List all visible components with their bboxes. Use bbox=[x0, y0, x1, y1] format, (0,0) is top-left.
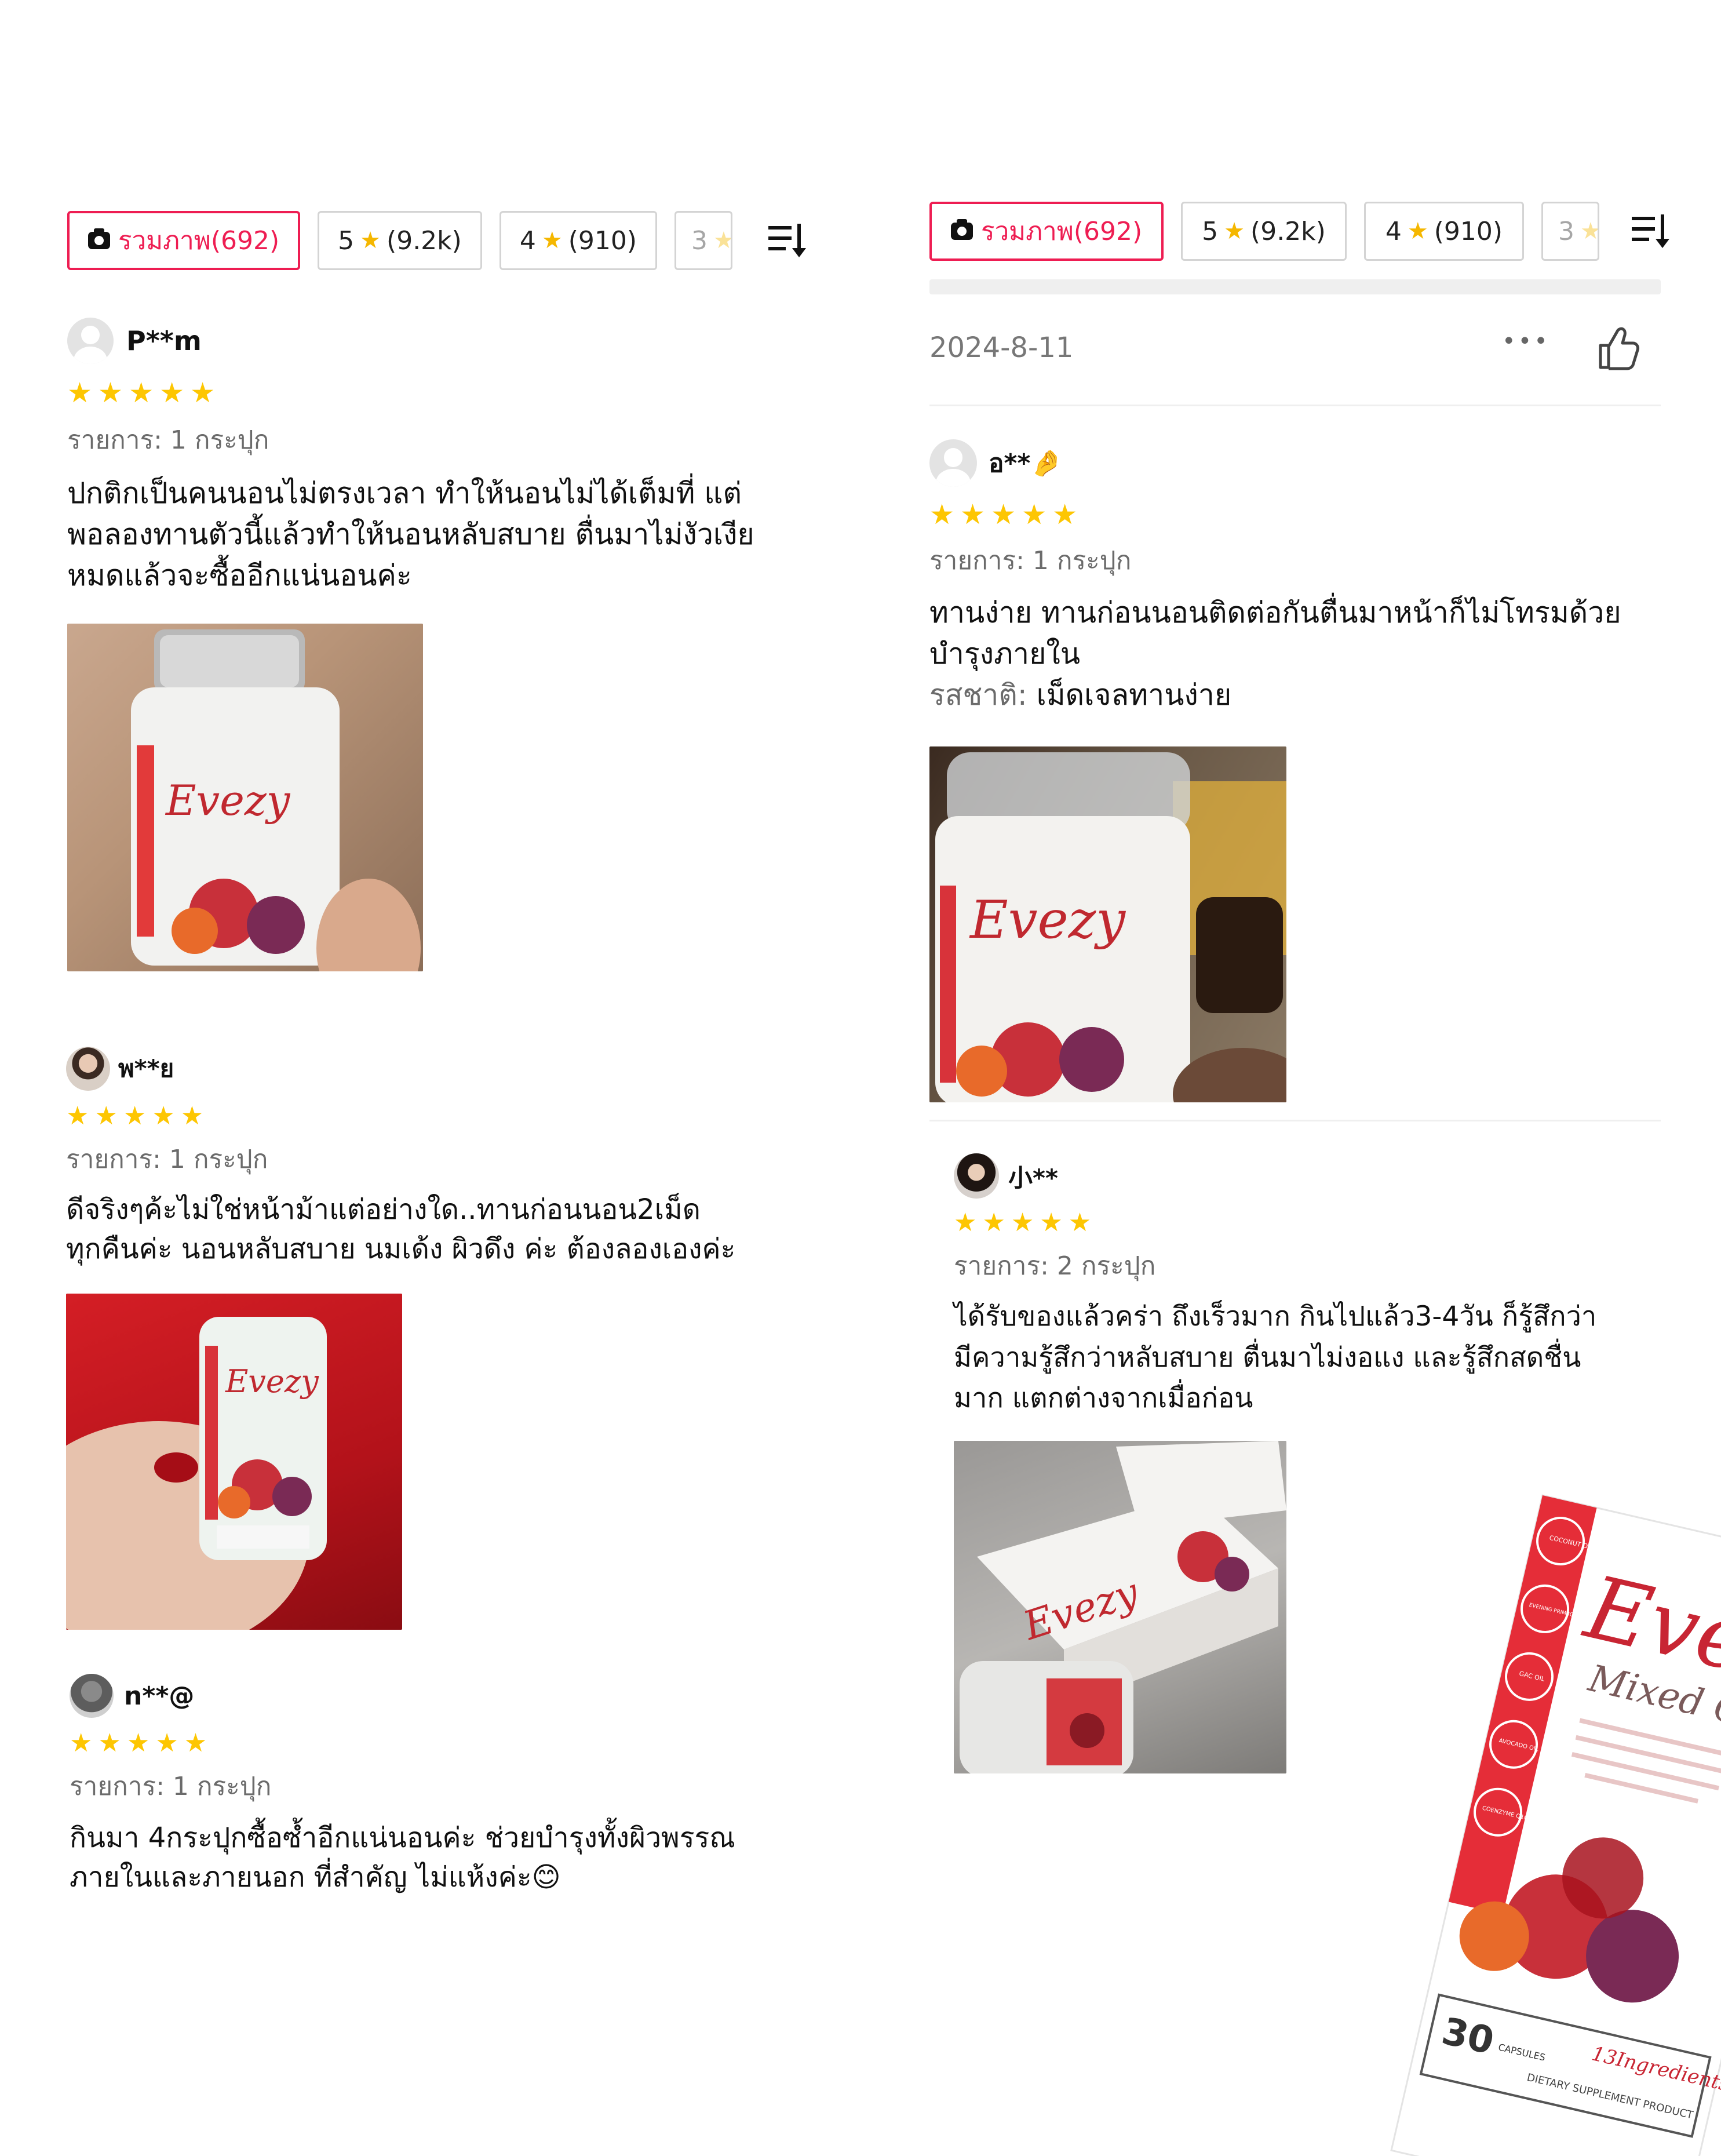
left-filter-bar: รวมภาพ(692) 5 ★ (9.2k) 4 ★ (910) 3 ★ bbox=[67, 211, 750, 270]
filter-with-photos-label: รวมภาพ(692) bbox=[118, 226, 280, 256]
divider bbox=[929, 405, 1661, 406]
review-text: ทานง่าย ทานก่อนนอนติดต่อกันตื่นมาหน้าก็ไ… bbox=[929, 592, 1683, 716]
flavor-value: เม็ดเจลทานง่าย bbox=[1036, 678, 1232, 712]
review-text-line: ทุกคืนค่ะ นอนหลับสบาย นมเด้ง ผิวดึง ค่ะ … bbox=[66, 1233, 736, 1266]
filter-count: (910) bbox=[568, 225, 637, 256]
variant-label: รายการ: 1 กระปุก bbox=[66, 1145, 268, 1174]
review-photo[interactable]: Evezy bbox=[66, 1294, 402, 1630]
review-item: 小** ★★★★★ รายการ: 2 กระปุก ได้รับของแล้ว… bbox=[954, 1153, 1684, 1419]
rating-stars: ★★★★★ bbox=[954, 1208, 1097, 1237]
review-text: กินมา 4กระปุกซื้อซ้ำอีกแน่นอนค่ะ ช่วยบำร… bbox=[70, 1818, 823, 1897]
filter-rating: 3 bbox=[691, 225, 708, 256]
camera-icon bbox=[87, 228, 110, 249]
flavor-row: รสชาติ: เม็ดเจลทานง่าย bbox=[929, 675, 1683, 716]
review-user: อ**🤌 bbox=[929, 439, 1683, 487]
more-options-icon[interactable]: ••• bbox=[1502, 328, 1550, 355]
variant-label: รายการ: 1 กระปุก bbox=[929, 546, 1132, 576]
review-user: 小** bbox=[954, 1153, 1684, 1199]
review-photo[interactable]: Evezy bbox=[954, 1441, 1286, 1773]
filter-3-stars[interactable]: 3 ★ bbox=[1541, 202, 1599, 261]
star-icon: ★ bbox=[541, 227, 563, 254]
review-text-line: พอลองทานตัวนี้แล้วทำให้นอนหลับสบาย ตื่นม… bbox=[67, 518, 754, 551]
product-brand-text: Evezy bbox=[225, 1363, 319, 1400]
avatar[interactable] bbox=[70, 1674, 114, 1718]
avatar[interactable] bbox=[929, 439, 977, 487]
star-icon: ★ bbox=[1407, 218, 1428, 245]
review-item: อ**🤌 ★★★★★ รายการ: 1 กระปุก ทานง่าย ทานก… bbox=[929, 439, 1683, 716]
review-text: ดีจริงๆค้ะไม่ใช่หน้าม้าแต่อย่างใด..ทานก่… bbox=[66, 1190, 819, 1269]
separator-bar bbox=[929, 279, 1661, 294]
divider bbox=[929, 1120, 1661, 1121]
filter-5-stars[interactable]: 5 ★ (9.2k) bbox=[318, 211, 482, 270]
filter-rating: 4 bbox=[1385, 216, 1402, 246]
rating-stars: ★★★★★ bbox=[70, 1728, 213, 1758]
rating-stars: ★★★★★ bbox=[929, 498, 1084, 531]
variant-label: รายการ: 1 กระปุก bbox=[67, 425, 269, 455]
username[interactable]: อ**🤌 bbox=[989, 443, 1062, 483]
filter-with-photos[interactable]: รวมภาพ(692) bbox=[929, 202, 1164, 261]
filter-rating: 4 bbox=[519, 225, 536, 256]
product-brand-text: Evezy bbox=[969, 890, 1126, 950]
filter-count: (910) bbox=[1434, 216, 1503, 246]
star-icon: ★ bbox=[1224, 218, 1245, 245]
thumbs-up-icon[interactable] bbox=[1592, 323, 1642, 373]
username[interactable]: P**m bbox=[126, 325, 202, 356]
sort-icon[interactable] bbox=[767, 220, 808, 261]
review-item: P**m ★★★★★ รายการ: 1 กระปุก ปกติกเป็นคนน… bbox=[67, 318, 821, 596]
star-icon: ★ bbox=[713, 227, 732, 254]
right-filter-bar: รวมภาพ(692) 5 ★ (9.2k) 4 ★ (910) 3 ★ bbox=[929, 202, 1617, 261]
avatar[interactable] bbox=[954, 1153, 999, 1199]
filter-4-stars[interactable]: 4 ★ (910) bbox=[499, 211, 657, 270]
review-date: 2024-8-11 bbox=[929, 332, 1074, 364]
review-text-line: ทานง่าย ทานก่อนนอนติดต่อกันตื่นมาหน้าก็ไ… bbox=[929, 596, 1621, 629]
avatar[interactable] bbox=[67, 318, 114, 364]
review-text: ปกติกเป็นคนนอนไม่ตรงเวลา ทำให้นอนไม่ได้เ… bbox=[67, 473, 821, 596]
review-text-line: กินมา 4กระปุกซื้อซ้ำอีกแน่นอนค่ะ ช่วยบำร… bbox=[70, 1822, 735, 1854]
filter-rating: 5 bbox=[1202, 216, 1219, 246]
review-text-line: มาก แตกต่างจากเมื่อก่อน bbox=[954, 1382, 1253, 1414]
review-user: P**m bbox=[67, 318, 821, 364]
review-text-line: ภายในและภายนอก ที่สำคัญ ไม่แห้งค่ะ😊 bbox=[70, 1861, 561, 1894]
variant-label: รายการ: 2 กระปุก bbox=[954, 1251, 1156, 1281]
product-brand-text: Evezy bbox=[165, 776, 291, 825]
star-icon: ★ bbox=[360, 227, 381, 254]
review-item: พ**ย ★★★★★ รายการ: 1 กระปุก ดีจริงๆค้ะไม… bbox=[66, 1047, 819, 1269]
review-text: ได้รับของแล้วคร่า ถึงเร็วมาก กินไปแล้ว3-… bbox=[954, 1296, 1684, 1419]
sort-icon[interactable] bbox=[1631, 211, 1671, 252]
rating-stars: ★★★★★ bbox=[67, 377, 221, 409]
username[interactable]: 小** bbox=[1008, 1159, 1058, 1194]
review-text-line: มีความรู้สึกว่าหลับสบาย ตื่นมาไม่งอแง แล… bbox=[954, 1341, 1581, 1374]
filter-3-stars[interactable]: 3 ★ bbox=[674, 211, 732, 270]
filter-count: (9.2k) bbox=[1250, 216, 1326, 246]
star-icon: ★ bbox=[1580, 218, 1599, 245]
review-text-line: ดีจริงๆค้ะไม่ใช่หน้าม้าแต่อย่างใด..ทานก่… bbox=[66, 1193, 701, 1226]
filter-4-stars[interactable]: 4 ★ (910) bbox=[1364, 202, 1524, 261]
review-text-line: ปกติกเป็นคนนอนไม่ตรงเวลา ทำให้นอนไม่ได้เ… bbox=[67, 476, 742, 510]
filter-count: (9.2k) bbox=[387, 225, 462, 256]
filter-rating: 5 bbox=[338, 225, 355, 256]
username[interactable]: พ**ย bbox=[118, 1050, 174, 1088]
review-text-line: ได้รับของแล้วคร่า ถึงเร็วมาก กินไปแล้ว3-… bbox=[954, 1301, 1597, 1332]
rating-stars: ★★★★★ bbox=[66, 1101, 210, 1131]
review-item: n**@ ★★★★★ รายการ: 1 กระปุก กินมา 4กระปุ… bbox=[70, 1674, 823, 1897]
filter-with-photos-label: รวมภาพ(692) bbox=[980, 217, 1143, 246]
product-box-image: COCONUT OIL EVENING PRIMROSE OIL GAC OIL… bbox=[1351, 1472, 1721, 2156]
flavor-label: รสชาติ: bbox=[929, 678, 1027, 712]
camera-icon bbox=[950, 219, 973, 240]
avatar[interactable] bbox=[66, 1047, 110, 1091]
filter-5-stars[interactable]: 5 ★ (9.2k) bbox=[1181, 202, 1347, 261]
filter-with-photos[interactable]: รวมภาพ(692) bbox=[67, 211, 300, 270]
review-photo[interactable]: Evezy bbox=[929, 746, 1286, 1102]
review-user: พ**ย bbox=[66, 1047, 819, 1091]
review-user: n**@ bbox=[70, 1674, 823, 1718]
review-photo[interactable]: Evezy bbox=[67, 624, 423, 971]
filter-rating: 3 bbox=[1558, 216, 1574, 246]
review-text-line: บำรุงภายใน bbox=[929, 637, 1081, 671]
username[interactable]: n**@ bbox=[124, 1681, 194, 1711]
variant-label: รายการ: 1 กระปุก bbox=[70, 1772, 272, 1801]
review-text-line: หมดแล้วจะซื้ออีกแน่นอนค่ะ bbox=[67, 559, 412, 592]
